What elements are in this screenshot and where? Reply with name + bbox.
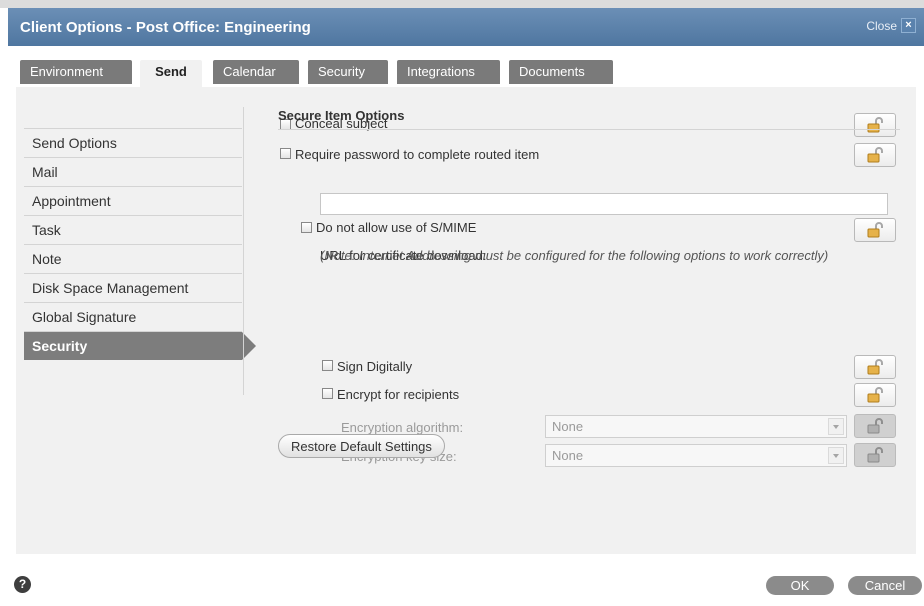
sidebar-item-label: Send Options <box>32 135 117 151</box>
tab-integrations[interactable]: Integrations <box>397 60 500 84</box>
lock-open-icon <box>867 418 883 434</box>
help-icon[interactable]: ? <box>14 576 31 593</box>
chevron-down-icon <box>828 447 844 464</box>
tab-documents[interactable]: Documents <box>509 60 613 84</box>
sidebar-item-label: Security <box>32 338 88 354</box>
lock-open-icon <box>867 447 883 463</box>
sign-digitally-checkbox[interactable] <box>322 360 333 371</box>
no-smime-label: Do not allow use of S/MIME <box>316 220 477 235</box>
close-button[interactable]: Close × <box>866 18 916 33</box>
lock-button[interactable] <box>854 143 896 167</box>
sidebar-item-security[interactable]: Security <box>24 331 256 360</box>
sidebar-item-label: Appointment <box>32 193 111 209</box>
sidebar-item-label: Task <box>32 222 61 238</box>
encryption-algorithm-value: None <box>552 419 584 434</box>
sidebar-item-mail[interactable]: Mail <box>24 157 242 186</box>
tab-security[interactable]: Security <box>308 60 388 84</box>
sidebar-item-label: Note <box>32 251 62 267</box>
section-divider <box>278 129 900 130</box>
sidebar-item-global-signature[interactable]: Global Signature <box>24 302 242 331</box>
client-options-dialog: Client Options - Post Office: Engineerin… <box>8 8 924 606</box>
sidebar-item-note[interactable]: Note <box>24 244 242 273</box>
encryption-key-size-value: None <box>552 448 584 463</box>
tab-send[interactable]: Send <box>140 60 202 87</box>
encrypt-recipients-checkbox[interactable] <box>322 388 333 399</box>
sidebar-item-send-options[interactable]: Send Options <box>24 128 242 157</box>
encryption-algorithm-select[interactable]: None <box>545 415 847 438</box>
lock-open-icon <box>867 147 883 163</box>
lock-open-icon <box>867 222 883 238</box>
close-label: Close <box>866 18 897 33</box>
lock-open-icon <box>867 359 883 375</box>
sidebar-item-disk-space-management[interactable]: Disk Space Management <box>24 273 242 302</box>
sidebar-divider <box>243 107 244 395</box>
sidebar-item-label: Disk Space Management <box>32 280 189 296</box>
sign-digitally-label: Sign Digitally <box>337 359 413 374</box>
sidebar-item-task[interactable]: Task <box>24 215 242 244</box>
secure-item-options-heading: Secure Item Options <box>278 108 405 123</box>
cancel-button[interactable]: Cancel <box>848 576 922 595</box>
encryption-key-size-select[interactable]: None <box>545 444 847 467</box>
sidebar: Send Options Mail Appointment Task Note … <box>24 128 256 360</box>
encrypt-recipients-label: Encrypt for recipients <box>337 387 460 402</box>
tab-calendar[interactable]: Calendar <box>213 60 299 84</box>
lock-button <box>854 414 896 438</box>
lock-button <box>854 443 896 467</box>
restore-default-settings-button[interactable]: Restore Default Settings <box>278 434 445 458</box>
lock-button[interactable] <box>854 218 896 242</box>
background-strip <box>0 0 924 8</box>
internet-addressing-note: (Note: Internet Addressing must be confi… <box>320 248 829 263</box>
lock-button[interactable] <box>854 113 896 137</box>
close-icon: × <box>901 18 916 33</box>
lock-open-icon <box>867 387 883 403</box>
require-password-checkbox[interactable] <box>280 148 291 159</box>
active-arrow <box>242 332 256 360</box>
lock-button[interactable] <box>854 383 896 407</box>
dialog-footer: ? OK Cancel <box>8 562 924 606</box>
sidebar-item-label: Mail <box>32 164 58 180</box>
ok-button[interactable]: OK <box>766 576 834 595</box>
lock-button[interactable] <box>854 355 896 379</box>
dialog-title: Client Options - Post Office: Engineerin… <box>20 19 311 36</box>
title-bar: Client Options - Post Office: Engineerin… <box>8 8 924 46</box>
require-password-label: Require password to complete routed item <box>295 147 540 162</box>
chevron-down-icon <box>828 418 844 435</box>
sidebar-item-label: Global Signature <box>32 309 137 325</box>
no-smime-checkbox[interactable] <box>301 222 312 233</box>
url-input[interactable] <box>320 193 888 215</box>
sidebar-item-appointment[interactable]: Appointment <box>24 186 242 215</box>
lock-open-icon <box>867 117 883 133</box>
encryption-algorithm-label: Encryption algorithm: <box>341 420 464 435</box>
tab-environment[interactable]: Environment <box>20 60 132 84</box>
